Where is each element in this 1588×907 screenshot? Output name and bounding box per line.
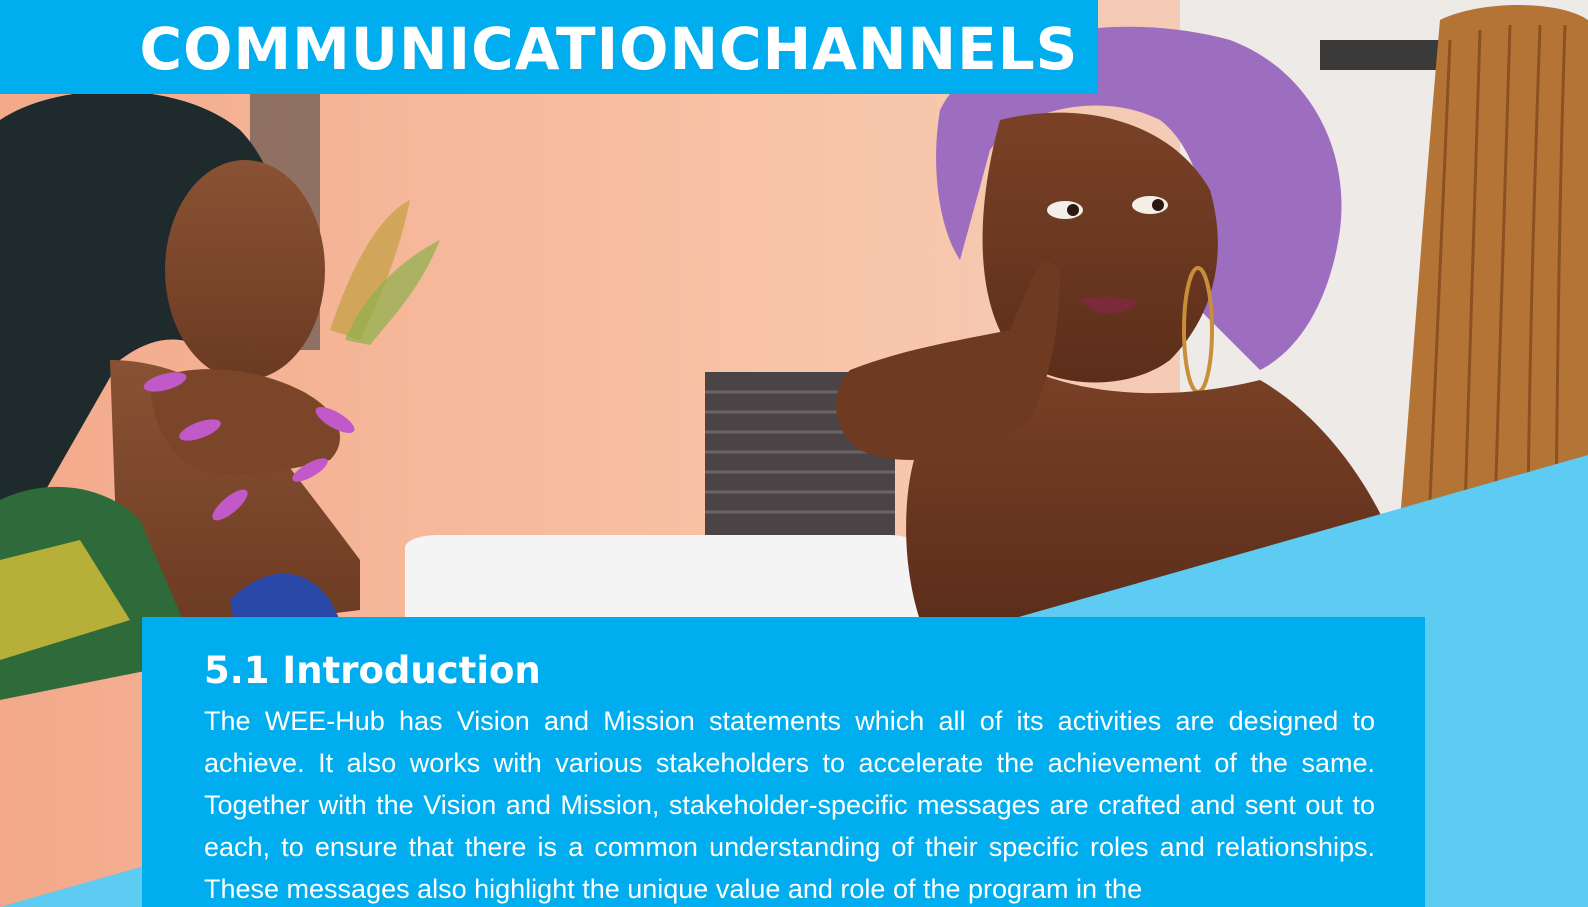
title-banner: COMMUNICATIONCHANNELS bbox=[0, 0, 1098, 94]
section-body: The WEE-Hub has Vision and Mission state… bbox=[204, 706, 1375, 904]
section-heading: 5.1 Introduction bbox=[204, 649, 541, 692]
introduction-section: 5.1 Introduction The WEE-Hub has Vision … bbox=[142, 617, 1425, 907]
page-title: COMMUNICATIONCHANNELS bbox=[139, 15, 1079, 83]
